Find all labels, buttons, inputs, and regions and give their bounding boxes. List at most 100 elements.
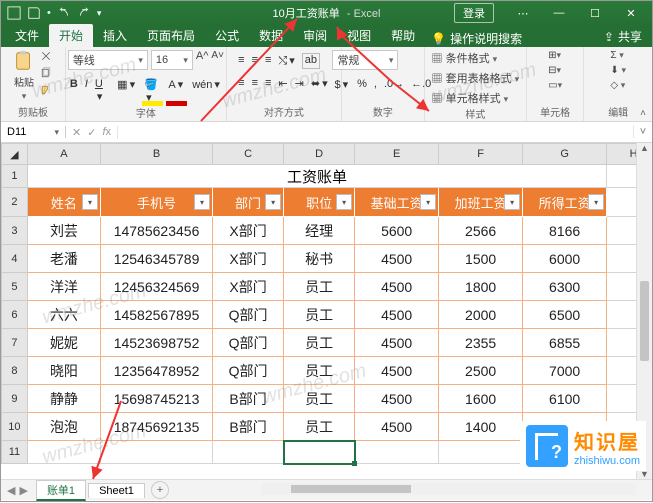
cell[interactable]: B部门 (213, 413, 284, 441)
undo-icon[interactable] (57, 6, 71, 20)
row-header[interactable]: 8 (2, 357, 28, 385)
cell[interactable]: 六六 (27, 301, 100, 329)
filter-icon[interactable]: ▾ (82, 194, 98, 210)
cell[interactable] (439, 441, 523, 464)
cell[interactable]: X部门 (213, 217, 284, 245)
cell[interactable]: Q部门 (213, 329, 284, 357)
header-cell[interactable]: 姓名▾ (27, 188, 100, 217)
tab-insert[interactable]: 插入 (93, 24, 137, 47)
header-cell[interactable]: 部门▾ (213, 188, 284, 217)
header-cell[interactable]: 加班工资▾ (439, 188, 523, 217)
format-cells-icon[interactable]: ▭▾ (548, 80, 562, 91)
font-size-select[interactable]: 16▾ (151, 50, 193, 70)
col-header[interactable]: E (355, 144, 439, 165)
percent-icon[interactable]: % (355, 77, 369, 92)
phonetic-button[interactable]: wén▾ (190, 77, 224, 105)
cell[interactable]: 泡泡 (27, 413, 100, 441)
cell[interactable]: 5600 (355, 217, 439, 245)
cell[interactable]: 4500 (355, 301, 439, 329)
filter-icon[interactable]: ▾ (336, 194, 352, 210)
redo-icon[interactable] (77, 6, 91, 20)
collapse-ribbon-icon[interactable]: ˄ (640, 108, 646, 119)
cell-styles-button[interactable]: ▦ 单元格样式 ▾ (432, 90, 509, 106)
italic-button[interactable]: I (83, 77, 90, 105)
cell[interactable]: 8166 (523, 217, 607, 245)
align-right-icon[interactable]: ≡ (263, 76, 273, 91)
tab-review[interactable]: 审阅 (293, 24, 337, 47)
row-header[interactable]: 4 (2, 245, 28, 273)
filter-icon[interactable]: ▾ (194, 194, 210, 210)
col-header[interactable]: A (27, 144, 100, 165)
save-icon[interactable] (27, 6, 41, 20)
cell[interactable]: 15698745213 (101, 385, 213, 413)
cell[interactable]: 刘芸 (27, 217, 100, 245)
font-name-select[interactable]: 等线▾ (68, 50, 148, 70)
cell[interactable]: 18745692135 (101, 413, 213, 441)
select-all-corner[interactable]: ◢ (2, 144, 28, 165)
format-painter-icon[interactable] (39, 84, 53, 99)
row-header[interactable]: 9 (2, 385, 28, 413)
cell[interactable]: Q部门 (213, 301, 284, 329)
cell[interactable]: 14582567895 (101, 301, 213, 329)
cell[interactable]: 员工 (284, 301, 355, 329)
cell[interactable]: 4500 (355, 385, 439, 413)
number-format-select[interactable]: 常规▾ (332, 50, 398, 70)
cell[interactable]: 晓阳 (27, 357, 100, 385)
cell[interactable]: Q部门 (213, 357, 284, 385)
row-header[interactable]: 5 (2, 273, 28, 301)
cell[interactable]: 4500 (355, 357, 439, 385)
cut-icon[interactable] (39, 50, 53, 65)
tab-view[interactable]: 视图 (337, 24, 381, 47)
cell[interactable]: 4500 (355, 413, 439, 441)
header-cell[interactable]: 基础工资▾ (355, 188, 439, 217)
col-header[interactable]: D (284, 144, 355, 165)
orientation-icon[interactable]: ⤭▾ (276, 53, 298, 69)
clear-icon[interactable]: ◇ ▾ (610, 80, 625, 91)
cell[interactable]: 员工 (284, 385, 355, 413)
increase-font-icon[interactable]: A^ (196, 50, 209, 70)
insert-cells-icon[interactable]: ⊞▾ (548, 50, 561, 61)
horizontal-scrollbar[interactable] (261, 483, 636, 495)
cell[interactable]: 6100 (523, 385, 607, 413)
cell[interactable]: 1800 (439, 273, 523, 301)
autosave-icon[interactable] (7, 6, 21, 20)
indent-increase-icon[interactable]: ⇥ (293, 76, 306, 91)
underline-button[interactable]: U ▾ (93, 77, 112, 105)
font-color-button[interactable]: A▾ (166, 77, 187, 105)
cell[interactable]: 6500 (523, 301, 607, 329)
row-header[interactable]: 1 (2, 165, 28, 188)
cell[interactable] (355, 441, 439, 464)
col-header[interactable]: F (439, 144, 523, 165)
filter-icon[interactable]: ▾ (588, 194, 604, 210)
cell[interactable]: 12546345789 (101, 245, 213, 273)
ribbon-options-icon[interactable]: ⋯ (506, 3, 540, 23)
share-button[interactable]: ⇪ 共享 (604, 28, 642, 45)
login-button[interactable]: 登录 (454, 3, 494, 23)
merge-center-icon[interactable]: ⬌▾ (309, 76, 332, 91)
border-button[interactable]: ▦▾ (115, 77, 139, 105)
tab-scroll-right-icon[interactable]: ▶ (19, 484, 27, 497)
col-header[interactable]: C (213, 144, 284, 165)
align-left-icon[interactable]: ≡ (236, 76, 246, 91)
increase-decimal-icon[interactable]: .0→ (382, 77, 406, 92)
comma-icon[interactable]: , (372, 77, 379, 92)
cell[interactable]: 洋洋 (27, 273, 100, 301)
currency-icon[interactable]: $▾ (332, 77, 352, 92)
cell[interactable]: 静静 (27, 385, 100, 413)
header-cell[interactable]: 所得工资▾ (523, 188, 607, 217)
expand-formula-bar-icon[interactable]: ˅ (633, 126, 652, 138)
scrollbar-thumb[interactable] (640, 281, 649, 361)
col-header[interactable]: B (101, 144, 213, 165)
tab-help[interactable]: 帮助 (381, 24, 425, 47)
header-cell[interactable]: 手机号▾ (101, 188, 213, 217)
cell[interactable]: X部门 (213, 245, 284, 273)
cell[interactable]: 7000 (523, 357, 607, 385)
row-header[interactable]: 6 (2, 301, 28, 329)
fill-color-button[interactable]: 🪣▾ (142, 77, 163, 105)
tab-scroll-left-icon[interactable]: ◀ (7, 484, 15, 497)
tab-file[interactable]: 文件 (5, 24, 49, 47)
tab-layout[interactable]: 页面布局 (137, 24, 205, 47)
cell[interactable]: 员工 (284, 329, 355, 357)
sheet-tab-active[interactable]: 账单1 (36, 480, 86, 501)
fx-icon[interactable]: fx (102, 126, 111, 139)
